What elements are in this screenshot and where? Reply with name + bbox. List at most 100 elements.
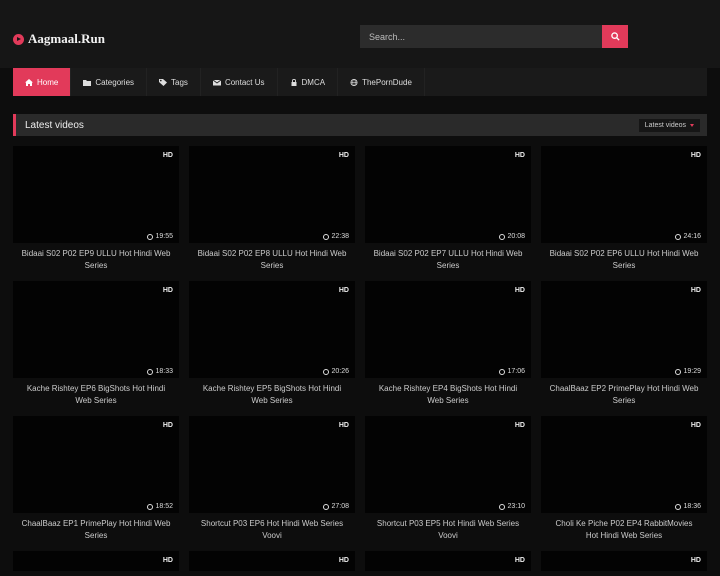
hd-badge: HD	[514, 152, 525, 159]
chevron-down-icon	[690, 123, 694, 127]
hd-badge: HD	[162, 287, 173, 294]
video-card[interactable]: HD 20:26 Kache Rishtey EP5 BigShots Hot Hi…	[189, 281, 355, 416]
clock-icon	[147, 368, 154, 375]
clock-icon	[323, 368, 330, 375]
video-title[interactable]: Kache Rishtey EP6 BigShots Hot Hindi Web…	[13, 378, 179, 407]
section-header: Latest videos Latest videos	[13, 114, 707, 136]
video-card[interactable]: HD 23:10 Shortcut P03 EP5 Hot Hindi Web Se…	[365, 416, 531, 551]
video-card[interactable]: HD	[365, 551, 531, 571]
video-duration: 23:10	[499, 503, 525, 510]
video-thumbnail[interactable]: HD	[541, 551, 707, 571]
duration-text: 18:36	[683, 503, 701, 510]
video-thumbnail[interactable]: HD 18:52	[13, 416, 179, 513]
video-duration: 19:55	[147, 233, 173, 240]
video-card[interactable]: HD	[541, 551, 707, 571]
video-card[interactable]: HD 24:16 Bidaai S02 P02 EP6 ULLU Hot Hindi…	[541, 146, 707, 281]
video-title[interactable]: Kache Rishtey EP5 BigShots Hot Hindi Web…	[189, 378, 355, 407]
video-thumbnail[interactable]: HD 19:29	[541, 281, 707, 378]
clock-icon	[675, 368, 682, 375]
clock-icon	[675, 503, 682, 510]
hd-badge: HD	[690, 422, 701, 429]
video-thumbnail[interactable]: HD	[365, 551, 531, 571]
hd-badge: HD	[162, 557, 173, 564]
hd-badge: HD	[514, 422, 525, 429]
hd-badge: HD	[690, 287, 701, 294]
duration-text: 19:55	[155, 233, 173, 240]
video-title[interactable]: Choli Ke Piche P02 EP4 RabbitMovies Hot …	[541, 513, 707, 542]
video-duration: 24:16	[675, 233, 701, 240]
video-card[interactable]: HD	[13, 551, 179, 571]
video-title[interactable]: Bidaai S02 P02 EP8 ULLU Hot Hindi Web Se…	[189, 243, 355, 272]
nav-item-home[interactable]: Home	[13, 68, 72, 96]
duration-text: 18:33	[155, 368, 173, 375]
nav-item-tags[interactable]: Tags	[147, 68, 201, 96]
video-title[interactable]: Kache Rishtey EP4 BigShots Hot Hindi Web…	[365, 378, 531, 407]
video-duration: 20:26	[323, 368, 349, 375]
sort-label: Latest videos	[644, 121, 686, 129]
clock-icon	[323, 233, 330, 240]
video-thumbnail[interactable]: HD 17:06	[365, 281, 531, 378]
search-input[interactable]	[360, 25, 602, 48]
hd-badge: HD	[338, 287, 349, 294]
duration-text: 23:10	[507, 503, 525, 510]
video-thumbnail[interactable]: HD 18:33	[13, 281, 179, 378]
video-thumbnail[interactable]: HD 20:08	[365, 146, 531, 243]
video-thumbnail[interactable]: HD 22:38	[189, 146, 355, 243]
video-thumbnail[interactable]: HD 24:16	[541, 146, 707, 243]
video-card[interactable]: HD 19:29 ChaalBaaz EP2 PrimePlay Hot Hindi…	[541, 281, 707, 416]
video-title[interactable]: Shortcut P03 EP5 Hot Hindi Web Series Vo…	[365, 513, 531, 542]
nav-item-contact[interactable]: Contact Us	[201, 68, 278, 96]
nav-item-categories[interactable]: Categories	[71, 68, 148, 96]
clock-icon	[147, 233, 154, 240]
video-title[interactable]: Bidaai S02 P02 EP9 ULLU Hot Hindi Web Se…	[13, 243, 179, 272]
video-thumbnail[interactable]: HD 23:10	[365, 416, 531, 513]
folder-icon	[83, 79, 92, 86]
video-grid: HD 19:55 Bidaai S02 P02 EP9 ULLU Hot Hindi…	[13, 146, 707, 571]
video-title[interactable]: ChaalBaaz EP2 PrimePlay Hot Hindi Web Se…	[541, 378, 707, 407]
video-thumbnail[interactable]: HD 19:55	[13, 146, 179, 243]
video-card[interactable]: HD 18:33 Kache Rishtey EP6 BigShots Hot Hi…	[13, 281, 179, 416]
play-circle-icon	[13, 33, 24, 45]
video-card[interactable]: HD 18:36 Choli Ke Piche P02 EP4 RabbitMovi…	[541, 416, 707, 551]
nav-item-theporndude[interactable]: ThePornDude	[338, 68, 425, 96]
duration-text: 19:29	[683, 368, 701, 375]
search-bar	[360, 25, 628, 48]
video-card[interactable]: HD 20:08 Bidaai S02 P02 EP7 ULLU Hot Hindi…	[365, 146, 531, 281]
video-duration: 22:38	[323, 233, 349, 240]
video-title[interactable]: Bidaai S02 P02 EP6 ULLU Hot Hindi Web Se…	[541, 243, 707, 272]
nav-label: Tags	[171, 77, 188, 87]
duration-text: 27:08	[331, 503, 349, 510]
envelope-icon	[212, 79, 221, 85]
duration-text: 22:38	[331, 233, 349, 240]
video-title[interactable]: ChaalBaaz EP1 PrimePlay Hot Hindi Web Se…	[13, 513, 179, 542]
video-card[interactable]: HD 17:06 Kache Rishtey EP4 BigShots Hot Hi…	[365, 281, 531, 416]
video-card[interactable]: HD 27:08 Shortcut P03 EP6 Hot Hindi Web Se…	[189, 416, 355, 551]
video-title[interactable]: Shortcut P03 EP6 Hot Hindi Web Series Vo…	[189, 513, 355, 542]
video-thumbnail[interactable]: HD 20:26	[189, 281, 355, 378]
video-card[interactable]: HD 19:55 Bidaai S02 P02 EP9 ULLU Hot Hindi…	[13, 146, 179, 281]
home-icon	[25, 78, 33, 86]
search-button[interactable]	[602, 25, 628, 48]
site-header: Aagmaal.Run	[0, 0, 720, 68]
video-duration: 18:52	[147, 503, 173, 510]
hd-badge: HD	[690, 557, 701, 564]
hd-badge: HD	[514, 557, 525, 564]
nav-item-dmca[interactable]: DMCA	[278, 68, 339, 96]
video-card[interactable]: HD 22:38 Bidaai S02 P02 EP8 ULLU Hot Hindi…	[189, 146, 355, 281]
video-title[interactable]: Bidaai S02 P02 EP7 ULLU Hot Hindi Web Se…	[365, 243, 531, 272]
video-thumbnail[interactable]: HD	[13, 551, 179, 571]
video-thumbnail[interactable]: HD 18:36	[541, 416, 707, 513]
duration-text: 18:52	[155, 503, 173, 510]
hd-badge: HD	[514, 287, 525, 294]
hd-badge: HD	[162, 152, 173, 159]
video-thumbnail[interactable]: HD	[189, 551, 355, 571]
video-thumbnail[interactable]: HD 27:08	[189, 416, 355, 513]
video-card[interactable]: HD 18:52 ChaalBaaz EP1 PrimePlay Hot Hindi…	[13, 416, 179, 551]
main-nav: Home Categories Tags Contact Us DMCA The…	[13, 68, 707, 96]
logo-text: Aagmaal.Run	[28, 31, 105, 46]
site-logo[interactable]: Aagmaal.Run	[13, 31, 105, 47]
sort-dropdown[interactable]: Latest videos	[638, 118, 700, 132]
clock-icon	[499, 368, 506, 375]
video-card[interactable]: HD	[189, 551, 355, 571]
clock-icon	[499, 233, 506, 240]
